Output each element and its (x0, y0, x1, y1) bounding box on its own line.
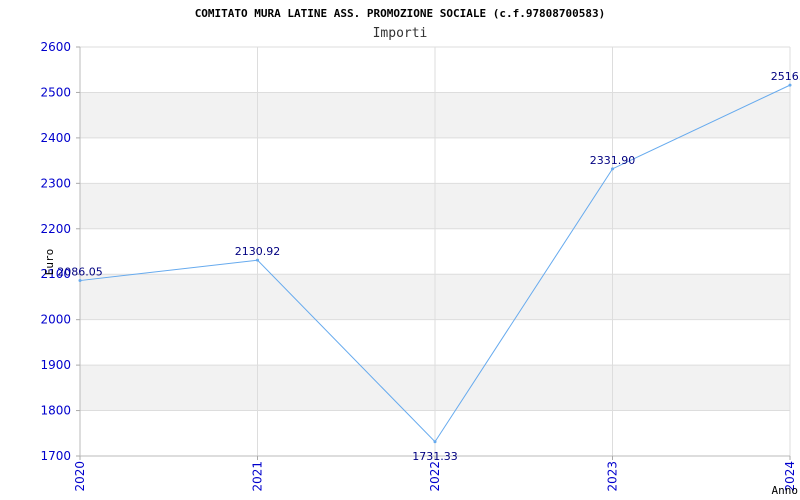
line-chart: 1700180019002000210022002300240025002600… (40, 7, 800, 497)
data-label: 2331.90 (590, 154, 636, 167)
x-tick-label: 2022 (428, 461, 442, 492)
y-tick-label: 2300 (40, 176, 71, 190)
x-tick-label: 2021 (251, 461, 265, 492)
data-point (78, 279, 82, 283)
y-tick-label: 2600 (40, 40, 71, 54)
y-tick-label: 2500 (40, 85, 71, 99)
chart-subtitle: Importi (373, 26, 428, 41)
data-label: 2516.1 (771, 70, 800, 83)
y-tick-label: 2200 (40, 222, 71, 236)
y-tick-label: 2000 (40, 313, 71, 327)
x-tick-label: 2023 (606, 461, 620, 492)
y-axis-title: Euro (43, 249, 56, 276)
x-axis-title: Anno (772, 484, 799, 497)
data-label: 2086.05 (57, 266, 103, 279)
y-tick-label: 2400 (40, 131, 71, 145)
data-point (611, 167, 614, 171)
data-label: 2130.92 (235, 245, 281, 258)
data-point (256, 258, 259, 262)
y-tick-label: 1900 (40, 358, 71, 372)
y-tick-label: 1800 (40, 404, 71, 418)
y-tick-label: 1700 (40, 449, 71, 463)
data-label: 1731.33 (412, 450, 458, 463)
x-tick-label: 2020 (73, 461, 87, 492)
chart-title: COMITATO MURA LATINE ASS. PROMOZIONE SOC… (195, 7, 606, 20)
data-point (788, 83, 792, 87)
data-point (433, 440, 437, 444)
